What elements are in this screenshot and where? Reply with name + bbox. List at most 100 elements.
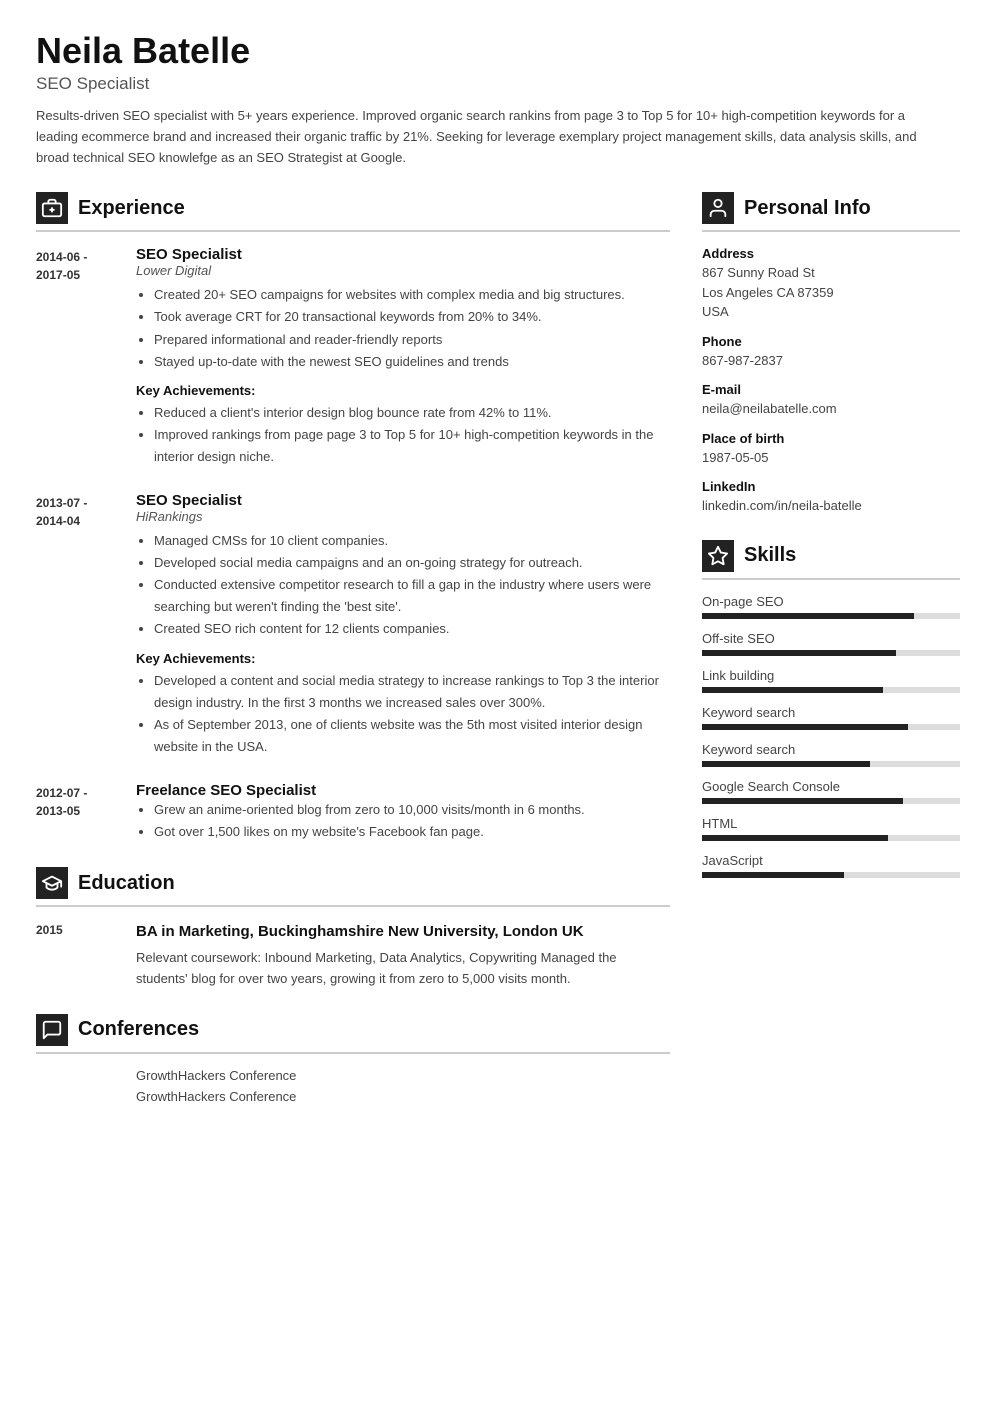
conf-date: [36, 1089, 116, 1104]
exp-bullet: Created 20+ SEO campaigns for websites w…: [154, 284, 670, 306]
exp-title: SEO Specialist: [136, 492, 670, 509]
conference-item: GrowthHackers Conference: [36, 1089, 670, 1104]
skill-bar-fill: [702, 613, 914, 619]
skill-bar-bg: [702, 835, 960, 841]
experience-title: Experience: [78, 197, 185, 220]
skill-item: Off-site SEO: [702, 631, 960, 656]
exp-bullet: Prepared informational and reader-friend…: [154, 329, 670, 351]
skill-name: Google Search Console: [702, 779, 960, 794]
education-section: Education 2015 BA in Marketing, Buckingha…: [36, 867, 670, 990]
skill-bar-bg: [702, 650, 960, 656]
exp-bullets: Managed CMSs for 10 client companies.Dev…: [136, 530, 670, 640]
skill-bar-fill: [702, 872, 844, 878]
personal-info-value: 1987-05-05: [702, 448, 960, 468]
experience-item: 2012-07 -2013-05 Freelance SEO Specialist…: [36, 782, 670, 843]
experience-item: 2013-07 -2014-04SEO SpecialistHiRankings…: [36, 492, 670, 758]
personal-info-value: 867-987-2837: [702, 351, 960, 371]
experience-icon: [36, 192, 68, 224]
skill-name: On-page SEO: [702, 594, 960, 609]
skill-name: Keyword search: [702, 705, 960, 720]
skill-bar-fill: [702, 761, 870, 767]
candidate-title: SEO Specialist: [36, 74, 960, 94]
skill-item: On-page SEO: [702, 594, 960, 619]
skills-header: Skills: [702, 540, 960, 580]
edu-description: Relevant coursework: Inbound Marketing, …: [136, 948, 670, 990]
conference-item: GrowthHackers Conference: [36, 1068, 670, 1083]
edu-date: 2015: [36, 921, 116, 990]
skill-item: Link building: [702, 668, 960, 693]
skills-section: Skills On-page SEO Off-site SEO Link build…: [702, 540, 960, 878]
conferences-header: Conferences: [36, 1014, 670, 1054]
conferences-icon: [36, 1014, 68, 1046]
skills-title: Skills: [744, 544, 796, 567]
experience-item: 2014-06 -2017-05SEO SpecialistLower Digi…: [36, 246, 670, 468]
exp-date: 2013-07 -2014-04: [36, 492, 116, 758]
exp-date: 2012-07 -2013-05: [36, 782, 116, 843]
exp-bullet: Took average CRT for 20 transactional ke…: [154, 306, 670, 328]
skill-bar-bg: [702, 761, 960, 767]
education-icon: [36, 867, 68, 899]
personal-info-list: Address867 Sunny Road St Los Angeles CA …: [702, 246, 960, 516]
conferences-list: GrowthHackers Conference GrowthHackers Co…: [36, 1068, 670, 1104]
personal-info-label: E-mail: [702, 382, 960, 397]
exp-content: Freelance SEO SpecialistGrew an anime-or…: [136, 782, 670, 843]
skill-name: HTML: [702, 816, 960, 831]
personal-info-value: neila@neilabatelle.com: [702, 399, 960, 419]
exp-content: SEO SpecialistHiRankingsManaged CMSs for…: [136, 492, 670, 758]
achievement-item: Improved rankings from page page 3 to To…: [154, 424, 670, 468]
conferences-section: Conferences GrowthHackers ConferenceGrow…: [36, 1014, 670, 1104]
skill-item: Google Search Console: [702, 779, 960, 804]
exp-bullets: Grew an anime-oriented blog from zero to…: [136, 799, 670, 843]
skill-bar-fill: [702, 687, 883, 693]
personal-info-value: 867 Sunny Road St Los Angeles CA 87359 U…: [702, 263, 960, 322]
exp-bullet: Managed CMSs for 10 client companies.: [154, 530, 670, 552]
personal-info-item: LinkedInlinkedin.com/in/neila-batelle: [702, 479, 960, 516]
skill-bar-bg: [702, 613, 960, 619]
exp-title: SEO Specialist: [136, 246, 670, 263]
skill-name: Keyword search: [702, 742, 960, 757]
experience-section: Experience 2014-06 -2017-05SEO Specialis…: [36, 192, 670, 843]
skill-bar-bg: [702, 687, 960, 693]
personal-info-label: LinkedIn: [702, 479, 960, 494]
skills-icon: [702, 540, 734, 572]
exp-bullet: Conducted extensive competitor research …: [154, 574, 670, 618]
candidate-name: Neila Batelle: [36, 30, 960, 72]
personal-info-icon: [702, 192, 734, 224]
skill-bar-fill: [702, 650, 896, 656]
skill-bar-bg: [702, 724, 960, 730]
skill-bar-bg: [702, 872, 960, 878]
exp-company: Lower Digital: [136, 263, 670, 278]
personal-info-item: Place of birth 1987-05-05: [702, 431, 960, 468]
exp-content: SEO SpecialistLower Digital Created 20+ S…: [136, 246, 670, 468]
achievements-title: Key Achievements:: [136, 651, 670, 666]
conf-date: [36, 1068, 116, 1083]
personal-info-title: Personal Info: [744, 197, 871, 220]
exp-date: 2014-06 -2017-05: [36, 246, 116, 468]
education-title: Education: [78, 872, 175, 895]
achievements-title: Key Achievements:: [136, 383, 670, 398]
personal-info-label: Place of birth: [702, 431, 960, 446]
exp-bullet: Developed social media campaigns and an …: [154, 552, 670, 574]
personal-info-section: Personal Info Address867 Sunny Road St L…: [702, 192, 960, 516]
experience-list: 2014-06 -2017-05SEO SpecialistLower Digi…: [36, 246, 670, 843]
exp-bullet: Stayed up-to-date with the newest SEO gu…: [154, 351, 670, 373]
skill-name: Link building: [702, 668, 960, 683]
main-content: Experience 2014-06 -2017-05SEO Specialis…: [36, 192, 960, 1127]
skill-bar-fill: [702, 724, 908, 730]
personal-info-label: Phone: [702, 334, 960, 349]
skill-bar-fill: [702, 798, 903, 804]
achievements-list: Developed a content and social media str…: [136, 670, 670, 758]
skill-bar-bg: [702, 798, 960, 804]
personal-info-header: Personal Info: [702, 192, 960, 232]
edu-content: BA in Marketing, Buckinghamshire New Uni…: [136, 921, 670, 990]
edu-degree: BA in Marketing, Buckinghamshire New Uni…: [136, 921, 670, 942]
achievement-item: As of September 2013, one of clients web…: [154, 714, 670, 758]
education-item: 2015 BA in Marketing, Buckinghamshire New…: [36, 921, 670, 990]
exp-bullet: Got over 1,500 likes on my website's Fac…: [154, 821, 670, 843]
candidate-summary: Results-driven SEO specialist with 5+ ye…: [36, 106, 936, 168]
achievement-item: Developed a content and social media str…: [154, 670, 670, 714]
experience-header: Experience: [36, 192, 670, 232]
education-list: 2015 BA in Marketing, Buckinghamshire New…: [36, 921, 670, 990]
skill-item: Keyword search: [702, 705, 960, 730]
conf-name: GrowthHackers Conference: [136, 1089, 296, 1104]
